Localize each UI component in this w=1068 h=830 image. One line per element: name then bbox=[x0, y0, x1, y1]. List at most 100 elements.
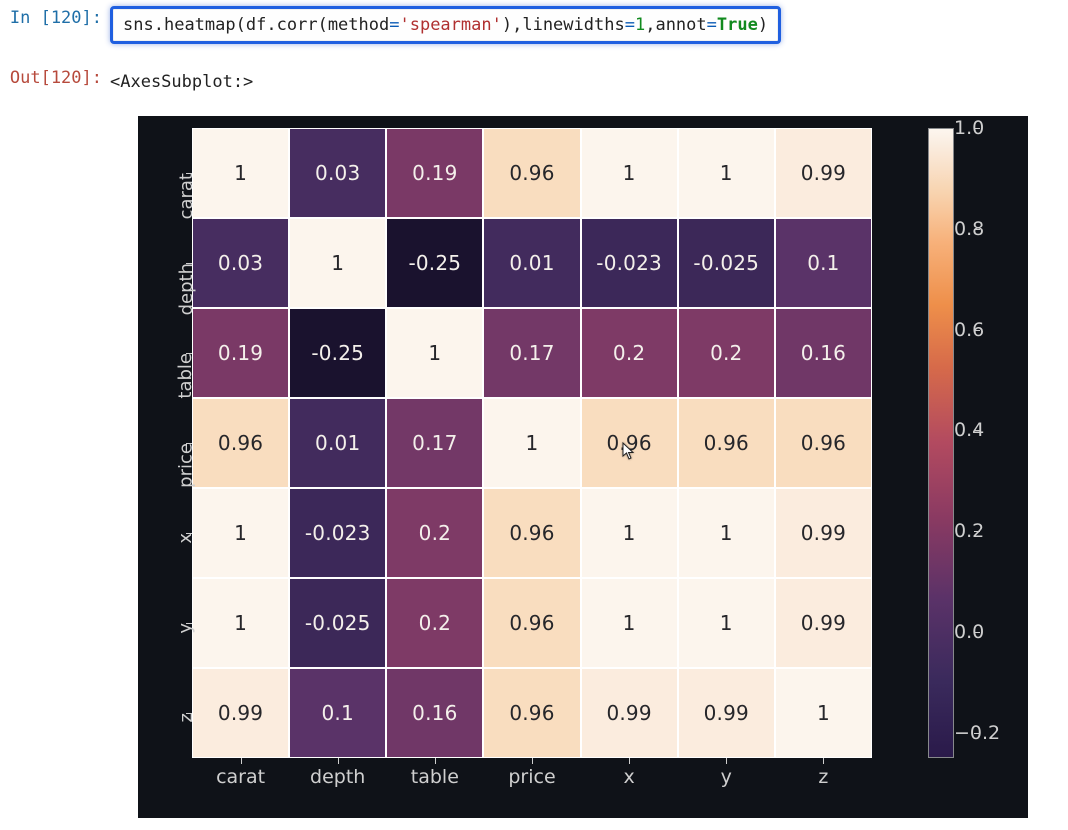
heatmap-cell: 0.03 bbox=[289, 128, 386, 218]
y-tick-mark bbox=[186, 533, 192, 534]
y-tick-mark bbox=[186, 623, 192, 624]
heatmap-cell: 0.1 bbox=[289, 668, 386, 758]
code-token: . bbox=[266, 15, 276, 35]
heatmap-grid: 10.030.190.96110.990.031-0.250.01-0.023-… bbox=[192, 128, 872, 758]
heatmap-cell: -0.025 bbox=[289, 578, 386, 668]
heatmap-cell: 1 bbox=[192, 488, 289, 578]
x-tick-mark bbox=[629, 758, 630, 764]
y-tick-mark bbox=[186, 443, 192, 444]
colorbar-tick-mark bbox=[974, 128, 980, 129]
colorbar-tick-mark bbox=[974, 330, 980, 331]
code-token: 'spearman' bbox=[399, 15, 501, 35]
heatmap-cell: 0.17 bbox=[483, 308, 580, 398]
x-tick-mark bbox=[823, 758, 824, 764]
heatmap-cell: 0.99 bbox=[678, 668, 775, 758]
code-token: = bbox=[389, 15, 399, 35]
heatmap-cell: -0.025 bbox=[678, 218, 775, 308]
input-prompt: In [120]: bbox=[6, 6, 110, 30]
heatmap-cell: 0.2 bbox=[386, 578, 483, 668]
heatmap-cell: -0.023 bbox=[289, 488, 386, 578]
colorbar bbox=[928, 128, 954, 758]
heatmap-cell: 1 bbox=[581, 578, 678, 668]
heatmap-cell: -0.25 bbox=[289, 308, 386, 398]
code-token: , bbox=[512, 15, 522, 35]
code-token: annot bbox=[655, 15, 706, 35]
colorbar-tick-label: −0.2 bbox=[954, 722, 970, 744]
x-tick-label: z bbox=[818, 766, 828, 788]
code-token: method bbox=[328, 15, 389, 35]
heatmap-cell: 0.1 bbox=[775, 218, 872, 308]
code-token: ) bbox=[502, 15, 512, 35]
heatmap-cell: 0.03 bbox=[192, 218, 289, 308]
y-tick-label: x bbox=[176, 533, 197, 544]
y-tick-mark bbox=[186, 173, 192, 174]
colorbar-tick-label: 0.6 bbox=[954, 319, 970, 341]
heatmap-cell: 0.96 bbox=[483, 668, 580, 758]
x-tick-mark bbox=[532, 758, 533, 764]
heatmap-cell: 1 bbox=[192, 128, 289, 218]
colorbar-tick-mark bbox=[974, 733, 980, 734]
code-token: ( bbox=[236, 15, 246, 35]
heatmap-cell: 0.19 bbox=[386, 128, 483, 218]
heatmap-cell: 0.19 bbox=[192, 308, 289, 398]
output-prompt: Out[120]: bbox=[6, 66, 110, 90]
heatmap-cell: 1 bbox=[678, 488, 775, 578]
heatmap-cell: 0.16 bbox=[386, 668, 483, 758]
code-token: = bbox=[625, 15, 635, 35]
colorbar-tick-mark bbox=[974, 632, 980, 633]
code-token: ) bbox=[758, 15, 768, 35]
heatmap-cell: 0.96 bbox=[483, 128, 580, 218]
heatmap-cell: 0.96 bbox=[483, 578, 580, 668]
heatmap-cell: 0.96 bbox=[678, 398, 775, 488]
y-tick-label: price bbox=[176, 443, 197, 488]
heatmap-cell: 1 bbox=[678, 578, 775, 668]
code-token: , bbox=[645, 15, 655, 35]
code-token: df bbox=[246, 15, 266, 35]
heatmap-cell: 1 bbox=[289, 218, 386, 308]
heatmap-cell: 0.96 bbox=[192, 398, 289, 488]
y-tick-label: carat bbox=[176, 173, 197, 219]
y-tick-label: depth bbox=[176, 263, 197, 315]
colorbar-tick-mark bbox=[974, 531, 980, 532]
code-line: sns.heatmap(df.corr(method='spearman'),l… bbox=[123, 15, 768, 35]
heatmap-cell: 0.01 bbox=[483, 218, 580, 308]
heatmap-cell: 1 bbox=[775, 668, 872, 758]
heatmap-cell: 0.2 bbox=[678, 308, 775, 398]
heatmap-cell: 0.01 bbox=[289, 398, 386, 488]
y-tick-label: y bbox=[176, 623, 197, 634]
y-tick-label: z bbox=[176, 713, 197, 722]
code-token: linewidths bbox=[522, 15, 624, 35]
colorbar-tick-label: 0.4 bbox=[954, 419, 970, 441]
x-tick-label: x bbox=[624, 766, 635, 788]
code-input[interactable]: sns.heatmap(df.corr(method='spearman'),l… bbox=[110, 6, 781, 44]
code-token: corr bbox=[277, 15, 318, 35]
heatmap-cell: 0.2 bbox=[386, 488, 483, 578]
heatmap-cell: 1 bbox=[483, 398, 580, 488]
heatmap-cell: -0.023 bbox=[581, 218, 678, 308]
heatmap-cell: 0.17 bbox=[386, 398, 483, 488]
heatmap-cell: 0.96 bbox=[483, 488, 580, 578]
heatmap-figure: 10.030.190.96110.990.031-0.250.01-0.023-… bbox=[138, 116, 1028, 818]
code-token: heatmap bbox=[164, 15, 236, 35]
code-token: True bbox=[717, 15, 758, 35]
heatmap-cell: 0.99 bbox=[775, 578, 872, 668]
heatmap-cell: 0.99 bbox=[775, 488, 872, 578]
heatmap-cell: 1 bbox=[386, 308, 483, 398]
code-token: 1 bbox=[635, 15, 645, 35]
colorbar-tick-label: 0.0 bbox=[954, 621, 970, 643]
colorbar-tick-mark bbox=[974, 229, 980, 230]
heatmap-cell: 0.96 bbox=[775, 398, 872, 488]
heatmap-cell: 0.2 bbox=[581, 308, 678, 398]
y-tick-label: table bbox=[176, 353, 197, 399]
colorbar-tick-label: 1.0 bbox=[954, 117, 970, 139]
heatmap-cell: 1 bbox=[192, 578, 289, 668]
x-tick-mark bbox=[338, 758, 339, 764]
heatmap-cell: 0.99 bbox=[192, 668, 289, 758]
heatmap-cell: 0.99 bbox=[581, 668, 678, 758]
heatmap-cell: 1 bbox=[581, 488, 678, 578]
output-text: <AxesSubplot:> bbox=[110, 66, 253, 94]
code-token: ( bbox=[318, 15, 328, 35]
x-tick-label: y bbox=[721, 766, 732, 788]
colorbar-gradient bbox=[929, 129, 953, 757]
y-tick-mark bbox=[186, 713, 192, 714]
